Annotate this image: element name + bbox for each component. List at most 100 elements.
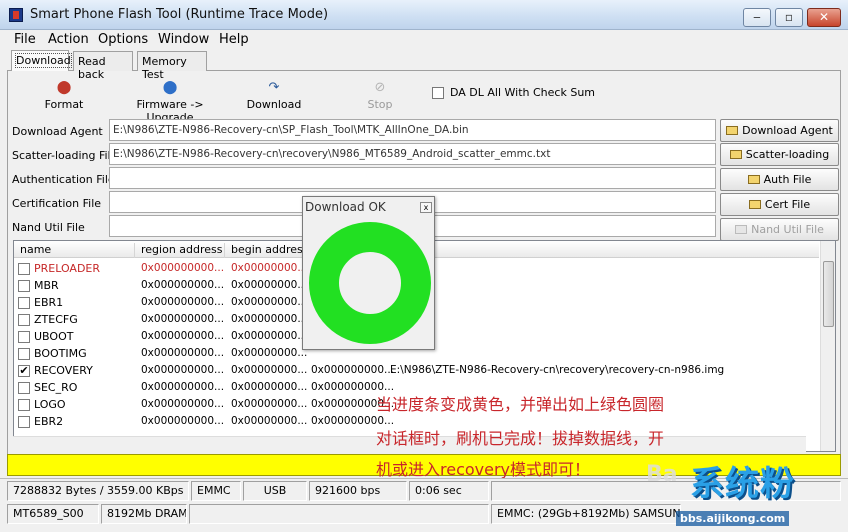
partition-checkbox[interactable] [18, 297, 30, 309]
partition-checkbox[interactable] [18, 331, 30, 343]
close-button[interactable]: ✕ [807, 8, 841, 27]
dialog-title: Download OK [305, 200, 386, 214]
caption-line-3: 机或进入recovery模式即可！ [376, 460, 591, 479]
auth-file-field[interactable] [109, 167, 716, 189]
partition-name: LOGO [34, 398, 66, 411]
watermark-url: bbs.aijikong.com [676, 511, 790, 526]
app-icon [9, 8, 23, 22]
status-storage: EMMC [191, 481, 241, 501]
watermark-baidu: Ba [646, 462, 678, 487]
stop-icon: ⊘ [374, 80, 386, 95]
table-row[interactable]: ✔ RECOVERY 0x000000000... 0x00000000... 0x00… [14, 362, 819, 379]
partition-name: EBR1 [34, 296, 64, 309]
partition-name: ZTECFG [34, 313, 78, 326]
folder-icon [748, 200, 761, 209]
download-agent-button[interactable]: Download Agent [720, 119, 839, 142]
checksum-label: DA DL All With Check Sum [450, 86, 596, 99]
download-agent-label: Download Agent [12, 125, 103, 138]
column-begin-address[interactable]: begin address [225, 243, 310, 258]
region-address-cell: 0x000000000... [141, 415, 225, 427]
caption-line-1: 当进度条变成黄色，并弹出如上绿色圆圈 [376, 395, 665, 414]
nand-util-button[interactable]: Nand Util File [720, 218, 839, 241]
begin-address-cell: 0x00000000... [231, 262, 308, 274]
checksum-checkbox[interactable] [432, 87, 444, 99]
partition-checkbox[interactable]: ✔ [18, 365, 30, 377]
status-chip: MT6589_S00 [7, 504, 99, 524]
begin-address-cell: 0x00000000... [231, 313, 308, 325]
partition-name: UBOOT [34, 330, 74, 343]
begin-address-cell: 0x00000000... [231, 364, 308, 376]
region-address-cell: 0x000000000... [141, 364, 225, 376]
minimize-button[interactable]: ‒ [743, 8, 771, 27]
region-address-cell: 0x000000000... [141, 398, 225, 410]
begin-address-cell: 0x00000000... [231, 330, 308, 342]
status-bytes: 7288832 Bytes / 3559.00 KBps [7, 481, 189, 501]
region-address-cell: 0x000000000... [141, 347, 225, 359]
download-button[interactable]: ↷ Download [246, 80, 302, 111]
auth-file-button[interactable]: Auth File [720, 168, 839, 191]
region-address-cell: 0x000000000... [141, 330, 225, 342]
scroll-thumb[interactable] [823, 261, 834, 327]
menu-action[interactable]: Action [48, 32, 89, 47]
watermark-logo: 系统粉 [690, 464, 795, 504]
partition-checkbox[interactable] [18, 348, 30, 360]
status-dram: 8192Mb DRAM [101, 504, 187, 524]
region-address-cell: 0x000000000... [141, 313, 225, 325]
partition-checkbox[interactable] [18, 263, 30, 275]
status-time: 0:06 sec [409, 481, 489, 501]
folder-icon [729, 150, 742, 159]
folder-icon [726, 126, 739, 135]
scatter-file-label: Scatter-loading File [12, 149, 118, 162]
partition-name: BOOTIMG [34, 347, 87, 360]
begin-address-cell: 0x00000000... [231, 279, 308, 291]
partition-checkbox[interactable] [18, 314, 30, 326]
menu-options[interactable]: Options [98, 32, 148, 47]
cert-file-label: Certification File [12, 197, 102, 210]
menu-window[interactable]: Window [158, 32, 209, 47]
menu-file[interactable]: File [14, 32, 36, 47]
firmware-upgrade-button[interactable]: ⬤ Firmware -> Upgrade [116, 80, 224, 124]
scatter-loading-button[interactable]: Scatter-loading [720, 143, 839, 166]
partition-name: PRELOADER [34, 262, 101, 275]
partition-checkbox[interactable] [18, 382, 30, 394]
file-path-cell: E:\N986\ZTE-N986-Recovery-cn\recovery\re… [390, 364, 725, 376]
region-address-cell: 0x000000000... [141, 262, 225, 274]
begin-address-cell: 0x00000000... [231, 296, 308, 308]
tab-memory-test[interactable]: Memory Test [137, 51, 207, 81]
partition-checkbox[interactable] [18, 416, 30, 428]
status-blank [189, 504, 489, 524]
region-address-cell: 0x000000000... [141, 279, 225, 291]
begin-address-cell: 0x00000000... [231, 347, 308, 359]
auth-file-label: Authentication File [12, 173, 115, 186]
maximize-button[interactable]: ▫ [775, 8, 803, 27]
dialog-close-icon[interactable]: x [420, 202, 432, 213]
format-button[interactable]: ⬤ Format [40, 80, 88, 111]
region-address-cell: 0x000000000... [141, 381, 225, 393]
download-agent-field[interactable]: E:\N986\ZTE-N986-Recovery-cn\SP_Flash_To… [109, 119, 716, 141]
column-region-address[interactable]: region address [135, 243, 225, 258]
partition-name: RECOVERY [34, 364, 93, 377]
tab-download[interactable]: Download [11, 50, 72, 71]
cert-file-button[interactable]: Cert File [720, 193, 839, 216]
format-icon: ⬤ [56, 80, 72, 95]
partition-name: EBR2 [34, 415, 64, 428]
menu-help[interactable]: Help [219, 32, 249, 47]
nand-util-label: Nand Util File [12, 221, 85, 234]
menu-bar: File Action Options Window Help [0, 30, 848, 49]
scatter-file-field[interactable]: E:\N986\ZTE-N986-Recovery-cn\recovery\N9… [109, 143, 716, 165]
tab-read-back[interactable]: Read back [73, 51, 133, 81]
status-port: USB [243, 481, 307, 501]
folder-icon [735, 225, 748, 234]
partition-checkbox[interactable] [18, 399, 30, 411]
partition-checkbox[interactable] [18, 280, 30, 292]
status-baud: 921600 bps [309, 481, 407, 501]
caption-line-2: 对话框时，刷机已完成！拔掉数据线，开 [376, 429, 665, 448]
success-ring-icon [309, 222, 431, 344]
title-bar: Smart Phone Flash Tool (Runtime Trace Mo… [0, 0, 848, 30]
stop-button[interactable]: ⊘ Stop [360, 80, 400, 111]
upgrade-icon: ⬤ [162, 80, 178, 95]
partition-name: SEC_RO [34, 381, 78, 394]
window-title: Smart Phone Flash Tool (Runtime Trace Mo… [30, 7, 329, 22]
end-address-cell: 0x000000000... [311, 364, 395, 376]
column-name[interactable]: name [14, 243, 135, 258]
